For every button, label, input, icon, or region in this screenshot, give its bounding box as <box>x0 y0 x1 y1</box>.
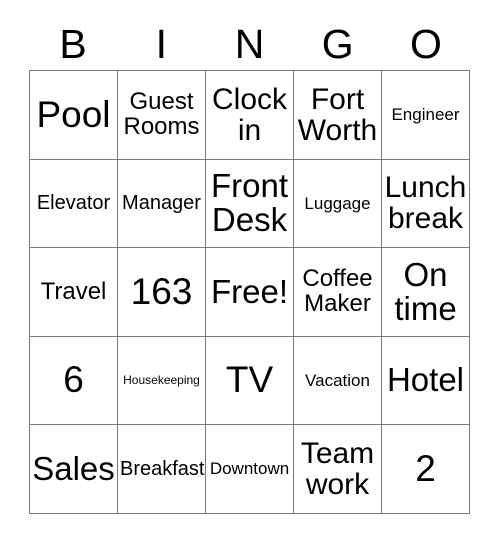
bingo-cell[interactable]: Breakfast <box>118 425 206 514</box>
bingo-cell-label: Coffee Maker <box>302 265 373 317</box>
bingo-cell[interactable]: Fort Worth <box>294 71 382 160</box>
bingo-card: B I N G O Pool Guest Rooms Clock in Fort Wo… <box>0 0 500 544</box>
bingo-cell[interactable]: TV <box>206 336 294 426</box>
bingo-cell-label: Housekeeping <box>123 373 200 388</box>
bingo-header-letter-o: O <box>409 21 442 67</box>
bingo-cell-label: Manager <box>122 191 201 214</box>
bingo-cell-label: Front Desk <box>210 167 289 239</box>
bingo-cell[interactable]: Elevator <box>30 159 118 249</box>
bingo-cell-label: Hotel <box>386 361 465 399</box>
bingo-cell[interactable]: Manager <box>118 159 206 249</box>
bingo-cell-label: Travel <box>40 277 107 305</box>
bingo-cell-label: Sales <box>32 450 115 488</box>
bingo-cell[interactable]: Engineer <box>382 71 470 160</box>
bingo-cell-label: Pool <box>36 93 111 135</box>
bingo-cell[interactable]: Free! <box>206 248 294 337</box>
bingo-cell-label: Guest Rooms <box>123 87 200 140</box>
bingo-cell[interactable]: 6 <box>30 336 118 426</box>
bingo-cell-label: Lunch break <box>384 171 467 236</box>
bingo-grid: Pool Guest Rooms Clock in Fort Worth Enginee… <box>29 70 470 514</box>
bingo-cell-label: Vacation <box>305 370 370 390</box>
bingo-cell-label: Breakfast <box>120 457 205 480</box>
bingo-cell[interactable]: Housekeeping <box>118 336 206 426</box>
bingo-cell-label: Luggage <box>304 193 371 213</box>
bingo-cell-label: 2 <box>415 447 436 489</box>
bingo-cell[interactable]: 2 <box>382 425 470 514</box>
bingo-header-letter-b: B <box>59 21 87 67</box>
bingo-cell-label: Elevator <box>36 191 111 214</box>
bingo-cell-label: 163 <box>130 270 193 312</box>
bingo-cell[interactable]: Lunch break <box>382 159 470 249</box>
bingo-cell-label: Free! <box>210 272 289 310</box>
bingo-cell-label: Downtown <box>209 459 290 479</box>
bingo-cell[interactable]: Front Desk <box>206 159 294 249</box>
bingo-cell[interactable]: 163 <box>118 248 206 337</box>
bingo-cell[interactable]: On time <box>382 248 470 337</box>
bingo-cell-label: 6 <box>63 359 84 401</box>
bingo-cell[interactable]: Hotel <box>382 336 470 426</box>
bingo-header-letter-i: I <box>155 21 167 67</box>
bingo-cell[interactable]: Vacation <box>294 336 382 426</box>
bingo-cell-label: TV <box>225 359 274 401</box>
bingo-cell-label: Team work <box>300 437 375 502</box>
bingo-cell[interactable]: Downtown <box>206 425 294 514</box>
bingo-cell[interactable]: Sales <box>30 425 118 514</box>
bingo-cell[interactable]: Team work <box>294 425 382 514</box>
bingo-header-letter-n: N <box>234 21 265 67</box>
bingo-cell[interactable]: Clock in <box>206 71 294 160</box>
bingo-cell[interactable]: Guest Rooms <box>118 71 206 160</box>
bingo-cell[interactable]: Coffee Maker <box>294 248 382 337</box>
bingo-cell-label: Fort Worth <box>297 82 378 147</box>
bingo-cell[interactable]: Luggage <box>294 159 382 249</box>
bingo-cell[interactable]: Travel <box>30 248 118 337</box>
bingo-cell-label: Clock in <box>211 82 287 147</box>
bingo-header-row: B I N G O <box>29 18 470 70</box>
bingo-cell[interactable]: Pool <box>30 71 118 160</box>
bingo-header-letter-g: G <box>321 21 354 67</box>
bingo-cell-label: Engineer <box>391 104 460 124</box>
bingo-cell-label: On time <box>394 255 457 327</box>
